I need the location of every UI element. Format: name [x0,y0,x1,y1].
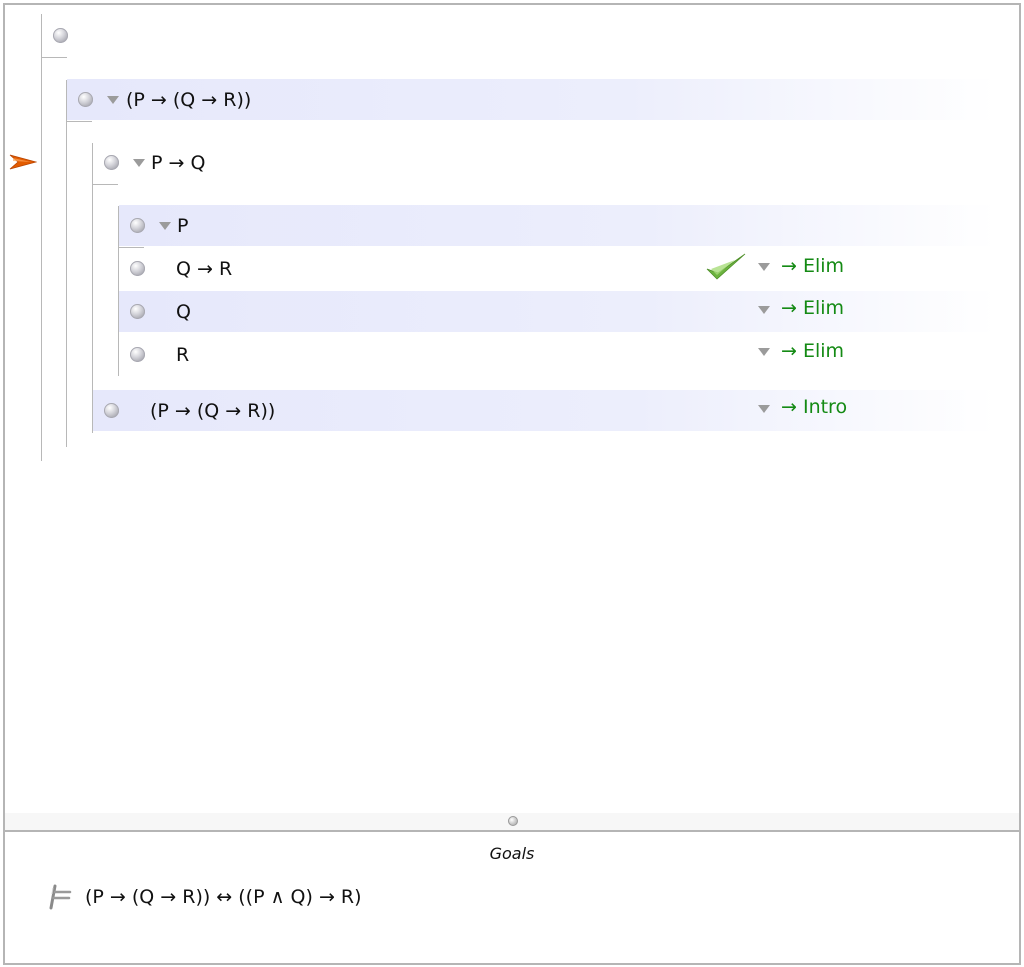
step-formula[interactable]: R [176,344,189,366]
premise-separator-subproof-3 [118,247,144,248]
rule-menu-chevron-icon[interactable] [758,405,770,413]
step-bullet-icon[interactable] [130,218,145,233]
goal-item[interactable]: (P → (Q → R)) ↔ ((P ∧ Q) → R) [43,882,362,912]
proof-step[interactable]: P → Q [93,142,993,183]
rule-label[interactable]: → Elim [781,255,844,277]
step-menu-chevron-icon[interactable] [107,96,119,104]
proof-step[interactable]: P [119,205,996,246]
splitter-handle-icon[interactable] [508,816,518,826]
step-bullet-icon[interactable] [104,403,119,418]
step-bullet-icon[interactable] [104,155,119,170]
goal-formula[interactable]: (P → (Q → R)) ↔ ((P ∧ Q) → R) [85,886,362,908]
proof-step[interactable]: (P → (Q → R)) → Intro [93,390,996,431]
scope-line-outer [41,14,42,461]
pane-splitter[interactable] [3,813,1021,830]
rule-menu-chevron-icon[interactable] [758,306,770,314]
step-bullet-icon[interactable] [78,92,93,107]
step-formula[interactable]: (P → (Q → R)) [126,89,251,111]
premise-separator-subproof-2 [92,184,118,185]
step-formula[interactable]: P [177,215,188,237]
step-formula[interactable]: P → Q [151,152,205,174]
rule-label[interactable]: → Elim [781,297,844,319]
proof-step[interactable]: (P → (Q → R)) [67,79,997,120]
step-bullet-icon[interactable] [130,347,145,362]
rule-label[interactable]: → Intro [781,396,847,418]
turnstile-icon [49,884,72,910]
goals-pane: Goals (P → (Q → R)) ↔ ((P ∧ Q) → R) [3,830,1021,965]
proof-step[interactable]: R → Elim [119,334,996,375]
step-menu-chevron-icon[interactable] [159,222,171,230]
rule-label[interactable]: → Elim [781,340,844,362]
proof-step[interactable]: Q → Elim [119,291,996,332]
step-menu-chevron-icon[interactable] [133,159,145,167]
scope-line-subproof-1 [66,80,67,447]
step-bullet-icon[interactable] [130,304,145,319]
premise-separator-outer [41,57,67,58]
step-formula[interactable]: Q [176,301,191,323]
proof-step[interactable] [42,15,1002,56]
premise-separator-subproof-1 [66,121,92,122]
goals-title: Goals [489,844,535,863]
proof-step[interactable]: Q → R → Elim [119,249,996,290]
focus-arrow-icon [9,154,37,170]
step-formula[interactable]: (P → (Q → R)) [150,400,275,422]
checkmark-icon [706,253,746,280]
rule-menu-chevron-icon[interactable] [758,263,770,271]
step-formula[interactable]: Q → R [176,258,232,280]
step-bullet-icon[interactable] [130,261,145,276]
step-bullet-icon[interactable] [53,28,68,43]
rule-menu-chevron-icon[interactable] [758,348,770,356]
